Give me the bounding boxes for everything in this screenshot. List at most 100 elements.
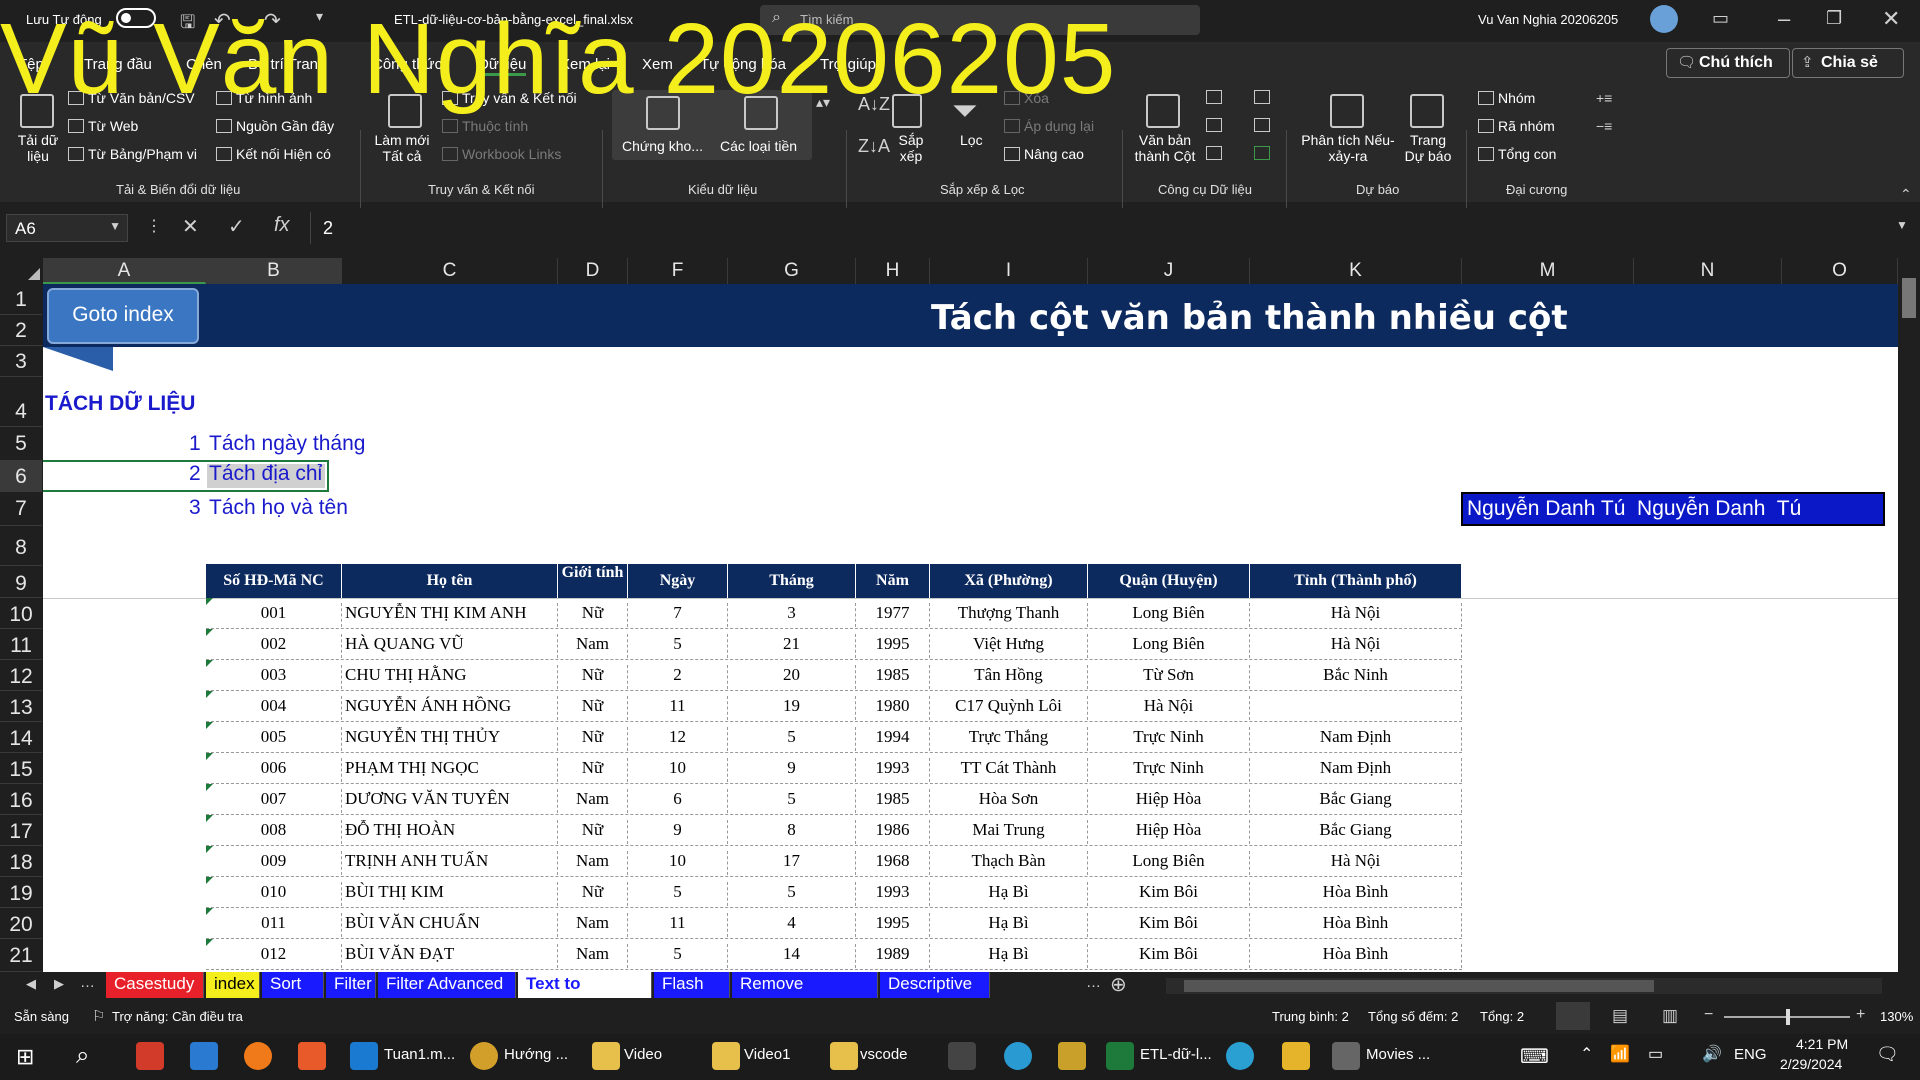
data-validation-icon[interactable] (1206, 146, 1222, 160)
show-detail-icon[interactable]: +≡ (1596, 90, 1612, 106)
horizontal-scrollbar[interactable] (1166, 978, 1882, 994)
clock-date[interactable]: 2/29/2024 (1780, 1056, 1842, 1072)
row-header[interactable]: 15 (0, 753, 42, 784)
cell-name[interactable]: ĐỖ THỊ HOÀN (342, 820, 558, 844)
page-layout-icon[interactable]: ▤ (1612, 1006, 1628, 1026)
expand-formula-icon[interactable]: ▼ (1896, 218, 1908, 232)
cell-year[interactable]: 1980 (856, 696, 930, 720)
folder-icon[interactable] (592, 1042, 620, 1070)
cell-gender[interactable]: Nam (558, 851, 628, 875)
name-text-cell[interactable]: Nguyễn Danh Tú Nguyễn Danh Tú (1461, 492, 1885, 526)
enter-icon[interactable]: ✓ (228, 214, 245, 239)
docker-icon[interactable] (1004, 1042, 1032, 1070)
sort-button[interactable]: Sắp xếp (894, 132, 928, 164)
col-header-f[interactable]: F (628, 258, 728, 284)
cell-district[interactable]: Kim Bôi (1088, 913, 1250, 937)
cell-year[interactable]: 1985 (856, 789, 930, 813)
cell-year[interactable]: 1977 (856, 603, 930, 627)
cell-year[interactable]: 1994 (856, 727, 930, 751)
formula-input[interactable]: 2 (310, 212, 1890, 244)
cell-day[interactable]: 5 (628, 882, 728, 906)
comment-button[interactable]: 🗨 Chú thích (1666, 48, 1790, 78)
text-to-columns-button[interactable]: Văn bản thành Cột (1130, 132, 1200, 164)
col-header-a[interactable]: A (43, 258, 206, 284)
cell-month[interactable]: 3 (728, 603, 856, 627)
cell-district[interactable]: Long Biên (1088, 851, 1250, 875)
cell-name[interactable]: BÙI VĂN CHUẨN (342, 913, 558, 937)
share-button[interactable]: ⇪ Chia sẻ (1792, 48, 1904, 78)
group-button[interactable]: Nhóm (1478, 90, 1535, 106)
taskbar-app[interactable]: Video1 (744, 1046, 790, 1063)
cell-ward[interactable]: Mai Trung (930, 820, 1088, 844)
cell-id[interactable]: 012 (206, 944, 342, 968)
col-header-j[interactable]: J (1088, 258, 1250, 284)
cell-ward[interactable]: Việt Hưng (930, 634, 1088, 658)
app-icon[interactable] (298, 1042, 326, 1070)
data-model-icon[interactable] (1254, 146, 1270, 160)
cell-name[interactable]: NGUYỄN THỊ KIM ANH (342, 603, 558, 627)
search-icon[interactable]: ⌕ (76, 1042, 89, 1070)
advanced-button[interactable]: Nâng cao (1004, 146, 1084, 162)
refresh-all-button[interactable]: Làm mới Tất cả (372, 132, 432, 164)
cell-ward[interactable]: Hạ Bì (930, 882, 1088, 906)
taskbar-app[interactable]: Video (624, 1046, 662, 1063)
cell-id[interactable]: 002 (206, 634, 342, 658)
more-icon[interactable]: ⋮ (146, 216, 162, 236)
accessibility-status[interactable]: Trợ năng: Cần điều tra (112, 1009, 243, 1024)
cell-ward[interactable]: Hạ Bì (930, 944, 1088, 968)
cell-day[interactable]: 6 (628, 789, 728, 813)
more-tabs-icon[interactable]: … (1086, 974, 1101, 991)
cell-day[interactable]: 7 (628, 603, 728, 627)
cell-id[interactable]: 003 (206, 665, 342, 689)
cell-month[interactable]: 8 (728, 820, 856, 844)
cell-month[interactable]: 21 (728, 634, 856, 658)
sheet-tab[interactable]: Filter Advanced (378, 972, 516, 998)
vertical-scrollbar[interactable] (1898, 258, 1920, 972)
cell-ward[interactable]: Hạ Bì (930, 913, 1088, 937)
battery-icon[interactable]: ▭ (1648, 1044, 1663, 1064)
row-header[interactable]: 2 (0, 315, 42, 346)
scroll-thumb[interactable] (1184, 980, 1654, 992)
cell-gender[interactable]: Nữ (558, 727, 628, 751)
cell-name[interactable]: NGUYỄN ÁNH HỒNG (342, 696, 558, 720)
stocks-button[interactable]: Chứng kho... (622, 138, 703, 154)
app-icon[interactable] (244, 1042, 272, 1070)
col-header-k[interactable]: K (1250, 258, 1462, 284)
app-icon[interactable] (1058, 1042, 1086, 1070)
vscode-icon[interactable] (350, 1042, 378, 1070)
cell-gender[interactable]: Nam (558, 634, 628, 658)
cell-province[interactable]: Bắc Ninh (1250, 665, 1462, 689)
cell-year[interactable]: 1995 (856, 634, 930, 658)
cell-province[interactable]: Bắc Giang (1250, 789, 1462, 813)
chrome-icon[interactable] (470, 1042, 498, 1070)
movies-icon[interactable] (1332, 1042, 1360, 1070)
language-indicator[interactable]: ENG (1734, 1046, 1767, 1063)
col-header-b[interactable]: B (206, 258, 342, 284)
row-header[interactable]: 8 (0, 526, 42, 566)
cell-month[interactable]: 19 (728, 696, 856, 720)
hide-detail-icon[interactable]: −≡ (1596, 118, 1612, 134)
cell-month[interactable]: 9 (728, 758, 856, 782)
subtotal-button[interactable]: Tổng con (1478, 146, 1556, 162)
cell-year[interactable]: 1985 (856, 665, 930, 689)
terminal-icon[interactable] (948, 1042, 976, 1070)
normal-view-icon[interactable] (1556, 1002, 1590, 1030)
cell-id[interactable]: 011 (206, 913, 342, 937)
currencies-button[interactable]: Các loại tiền (720, 138, 797, 154)
row-header[interactable]: 7 (0, 492, 42, 526)
cell-year[interactable]: 1993 (856, 882, 930, 906)
cell-year[interactable]: 1989 (856, 944, 930, 968)
row-header[interactable]: 14 (0, 722, 42, 753)
cell-province[interactable]: Hà Nội (1250, 851, 1462, 875)
cell-district[interactable]: Từ Sơn (1088, 665, 1250, 689)
link-split-date[interactable]: Tách ngày tháng (209, 432, 365, 456)
cell-id[interactable]: 005 (206, 727, 342, 751)
ungroup-button[interactable]: Rã nhóm (1478, 118, 1555, 134)
page-break-icon[interactable]: ▥ (1662, 1006, 1678, 1026)
remove-duplicates-icon[interactable] (1206, 118, 1222, 132)
col-header-g[interactable]: G (728, 258, 856, 284)
cell-district[interactable]: Trực Ninh (1088, 758, 1250, 782)
cell-day[interactable]: 10 (628, 851, 728, 875)
function-icon[interactable]: fx (274, 214, 290, 237)
worksheet-grid[interactable]: Goto index Tách cột văn bản thành nhiều … (43, 284, 1898, 974)
